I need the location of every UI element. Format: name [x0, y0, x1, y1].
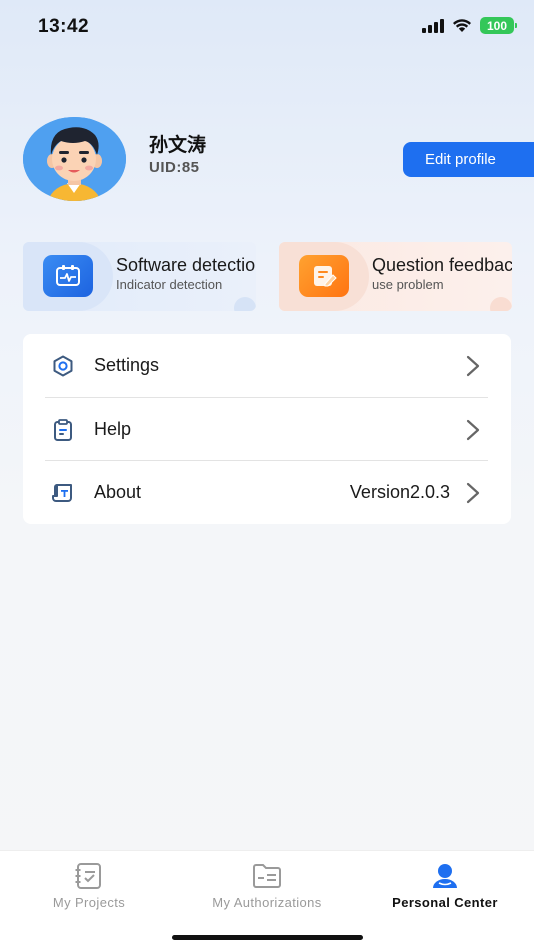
chevron-right-icon: [466, 355, 480, 377]
menu-item-label: Help: [94, 419, 132, 439]
settings-menu: Settings Help About Version2.0.3: [23, 334, 511, 524]
card-subtitle: use problem: [372, 277, 444, 292]
chevron-right-icon: [466, 419, 480, 441]
card-title: Question feedback: [372, 255, 512, 275]
menu-item-label: About: [94, 482, 142, 502]
status-icons: 100: [422, 17, 517, 34]
status-bar: 13:42 100: [0, 0, 534, 54]
project-list-icon: [75, 863, 101, 889]
menu-item-label: Settings: [94, 355, 160, 375]
card-decoration: [490, 297, 512, 311]
software-detection-card[interactable]: Software detection Indicator detection: [23, 242, 256, 311]
menu-item-help[interactable]: Help: [23, 398, 511, 461]
chevron-right-icon: [466, 482, 480, 504]
user-name: 孙文涛: [149, 135, 207, 156]
avatar[interactable]: [23, 117, 126, 201]
card-decoration: [234, 297, 256, 311]
status-time: 13:42: [38, 16, 90, 37]
tab-my-authorizations[interactable]: My Authorizations: [178, 851, 356, 921]
edit-profile-button[interactable]: Edit profile: [403, 142, 534, 177]
user-uid: UID:85: [149, 159, 200, 176]
signal-icon: [422, 18, 444, 33]
question-feedback-card[interactable]: Question feedback use problem: [279, 242, 512, 311]
menu-item-settings[interactable]: Settings: [23, 334, 511, 397]
tab-my-projects[interactable]: My Projects: [0, 851, 178, 921]
avatar-cartoon-man-icon: [23, 117, 126, 201]
user-icon: [433, 864, 457, 888]
app-version: Version2.0.3: [349, 482, 450, 502]
tab-personal-center[interactable]: Personal Center: [356, 851, 534, 921]
wifi-icon: [453, 19, 471, 32]
monitor-pulse-icon: [43, 255, 93, 297]
clipboard-icon: [54, 419, 72, 441]
card-subtitle: Indicator detection: [116, 277, 223, 292]
folder-auth-icon: [253, 864, 281, 888]
scroll-icon: [52, 484, 72, 502]
tab-label: Personal Center: [392, 895, 498, 910]
edit-note-icon: [299, 255, 349, 297]
tab-label: My Authorizations: [212, 895, 322, 910]
settings-hexagon-icon: [53, 355, 73, 377]
home-indicator: [172, 935, 363, 940]
battery-icon: 100: [480, 17, 517, 34]
menu-item-about[interactable]: About Version2.0.3: [23, 461, 511, 524]
card-title: Software detection: [116, 255, 256, 275]
tab-label: My Projects: [52, 895, 126, 910]
